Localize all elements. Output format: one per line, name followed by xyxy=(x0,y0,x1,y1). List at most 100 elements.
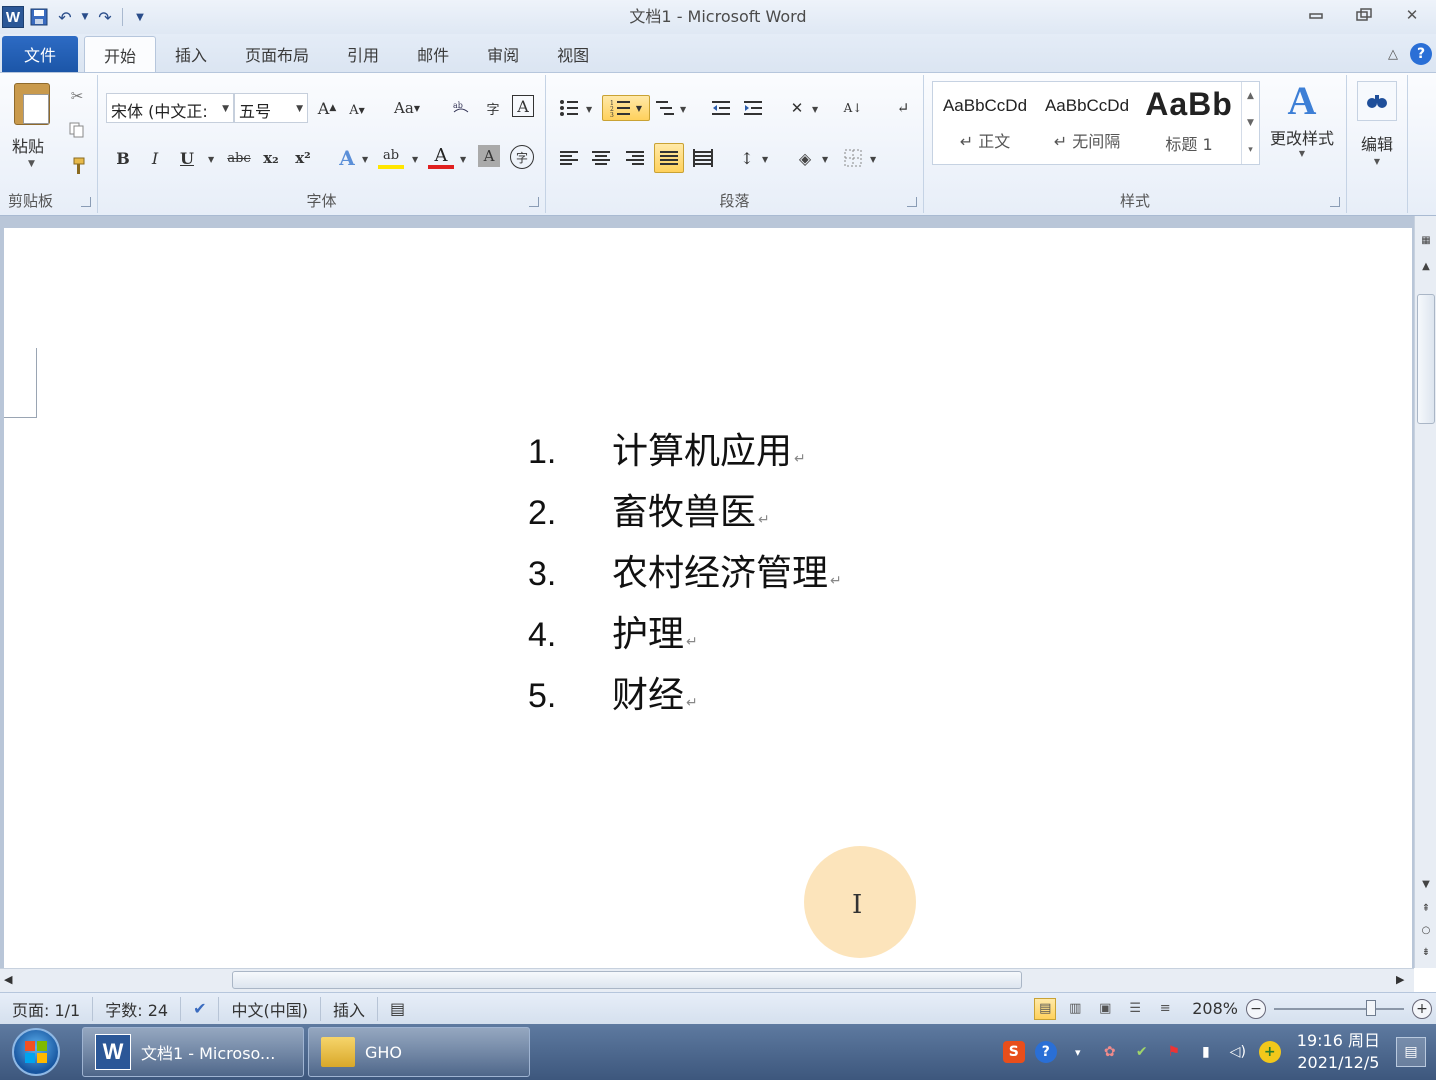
sogou-ime-icon[interactable]: S xyxy=(1002,1041,1025,1063)
numbering-icon[interactable]: 123 ▼ xyxy=(602,95,650,121)
redo-icon[interactable]: ↷ xyxy=(94,6,116,28)
scroll-up-icon[interactable]: ▲ xyxy=(1418,258,1434,274)
scroll-right-icon[interactable]: ▶ xyxy=(1396,973,1404,986)
list-item[interactable]: 4. 护理 ↵ xyxy=(528,605,842,666)
tab-home[interactable]: 开始 xyxy=(84,36,157,72)
horizontal-scrollbar[interactable]: ◀ ▶ xyxy=(0,968,1414,992)
ruler-toggle-icon[interactable]: ▦ xyxy=(1418,232,1434,248)
font-size-select[interactable]: 五号 ▼ xyxy=(234,93,308,123)
scroll-down-icon[interactable]: ▼ xyxy=(1418,876,1434,892)
vertical-scrollbar[interactable]: ▦ ▲ ▼ ⇞ ○ ⇟ xyxy=(1414,216,1436,968)
bold-button[interactable]: B xyxy=(110,145,136,171)
paste-dropdown-icon[interactable]: ▼ xyxy=(28,159,35,169)
print-layout-view-icon[interactable]: ▤ xyxy=(1034,997,1057,1020)
list-item[interactable]: 2. 畜牧兽医 ↵ xyxy=(528,483,842,544)
network-icon[interactable]: ▮ xyxy=(1195,1041,1217,1063)
phonetic-guide-icon[interactable]: ab xyxy=(448,95,474,121)
align-right-icon[interactable] xyxy=(622,145,648,171)
zoom-out-button[interactable]: − xyxy=(1246,998,1266,1019)
text-effects-dropdown-icon[interactable]: ▼ xyxy=(362,155,368,164)
style-normal[interactable]: AaBbCcDd ↵ 正文 xyxy=(935,82,1035,164)
scroll-down-icon[interactable]: ▼ xyxy=(1247,118,1254,128)
style-heading-1[interactable]: AaBb 标题 1 xyxy=(1139,82,1239,164)
chinese-convert-icon[interactable]: 字 xyxy=(480,95,506,121)
decrease-indent-icon[interactable] xyxy=(708,95,734,121)
shrink-font-icon[interactable]: A ▼ xyxy=(344,97,370,123)
word-count[interactable]: 字数: 24 xyxy=(93,996,182,1021)
distributed-icon[interactable] xyxy=(690,145,716,171)
underline-dropdown-icon[interactable]: ▼ xyxy=(208,155,214,164)
font-launcher-icon[interactable] xyxy=(529,197,539,207)
enclose-characters-icon[interactable]: 字 xyxy=(510,145,534,169)
font-name-select[interactable]: 宋体 (中文正: ▼ xyxy=(106,93,234,123)
taskbar-folder-button[interactable]: GHO xyxy=(308,1027,530,1077)
vertical-scroll-thumb[interactable] xyxy=(1417,294,1435,424)
change-case-button[interactable]: Aa ▼ xyxy=(390,95,424,121)
zoom-in-button[interactable]: + xyxy=(1412,998,1432,1019)
show-paragraph-marks-icon[interactable]: ↵ xyxy=(890,95,916,121)
bullets-icon[interactable] xyxy=(556,95,582,121)
font-color-dropdown-icon[interactable]: ▼ xyxy=(460,155,466,164)
show-desktop-icon[interactable]: ▤ xyxy=(1396,1037,1426,1067)
underline-button[interactable]: U xyxy=(174,145,200,171)
security-tray-icon[interactable]: ✔ xyxy=(1131,1041,1153,1063)
save-icon[interactable] xyxy=(28,6,50,28)
highlight-dropdown-icon[interactable]: ▼ xyxy=(412,155,418,164)
numbered-list[interactable]: 1. 计算机应用 ↵ 2. 畜牧兽医 ↵ 3. 农村经济管理 ↵ 4. 护理 ↵… xyxy=(528,422,842,727)
browse-object-icon[interactable]: ○ xyxy=(1418,922,1434,938)
chinese-layout-icon[interactable]: ✕ xyxy=(784,95,810,121)
clipboard-launcher-icon[interactable] xyxy=(81,197,91,207)
align-center-icon[interactable] xyxy=(588,145,614,171)
zoom-slider-thumb[interactable] xyxy=(1366,999,1376,1016)
language-indicator[interactable]: 中文(中国) xyxy=(219,996,321,1021)
chinese-layout-dropdown-icon[interactable]: ▼ xyxy=(812,105,818,114)
character-border-icon[interactable]: A xyxy=(512,95,534,117)
tab-page-layout[interactable]: 页面布局 xyxy=(226,36,328,72)
line-spacing-dropdown-icon[interactable]: ▼ xyxy=(762,155,768,164)
tab-mailings[interactable]: 邮件 xyxy=(398,36,468,72)
web-layout-icon[interactable]: ▣ xyxy=(1094,998,1116,1020)
paragraph-launcher-icon[interactable] xyxy=(907,197,917,207)
previous-page-icon[interactable]: ⇞ xyxy=(1418,900,1434,916)
format-painter-icon[interactable] xyxy=(66,155,88,177)
customize-qat-icon[interactable]: ▼ xyxy=(129,6,151,28)
shading-icon[interactable]: ◈ xyxy=(792,145,818,171)
list-item[interactable]: 3. 农村经济管理 ↵ xyxy=(528,544,842,605)
highlight-color-icon[interactable]: ab xyxy=(378,145,404,169)
next-page-icon[interactable]: ⇟ xyxy=(1418,944,1434,960)
paste-button[interactable]: 粘贴 xyxy=(12,133,44,157)
bullets-dropdown-icon[interactable]: ▼ xyxy=(586,105,592,114)
action-center-icon[interactable]: ⚑ xyxy=(1163,1041,1185,1063)
minimize-icon[interactable] xyxy=(1292,0,1340,30)
subscript-button[interactable]: x₂ xyxy=(258,145,284,171)
line-spacing-icon[interactable]: ↕ xyxy=(734,145,760,171)
sort-icon[interactable]: A↓ xyxy=(840,95,866,121)
styles-launcher-icon[interactable] xyxy=(1330,197,1340,207)
outline-view-icon[interactable]: ☰ xyxy=(1124,998,1146,1020)
character-shading-icon[interactable]: A xyxy=(478,145,500,167)
clock[interactable]: 19:16 周日 2021/12/5 xyxy=(1291,1030,1386,1074)
close-icon[interactable]: ✕ xyxy=(1388,0,1436,30)
minimize-ribbon-icon[interactable]: △ xyxy=(1388,47,1398,62)
list-item[interactable]: 1. 计算机应用 ↵ xyxy=(528,422,842,483)
text-effects-icon[interactable]: A xyxy=(334,145,360,171)
tab-file[interactable]: 文件 xyxy=(2,36,78,72)
cut-icon[interactable]: ✂ xyxy=(66,85,88,107)
scroll-left-icon[interactable]: ◀ xyxy=(4,973,12,986)
start-button[interactable] xyxy=(12,1028,60,1076)
italic-button[interactable]: I xyxy=(142,145,168,171)
ime-options-icon[interactable]: ▾ xyxy=(1067,1041,1089,1063)
help-icon[interactable]: ? xyxy=(1410,43,1432,65)
borders-icon[interactable] xyxy=(840,145,866,171)
taskbar-word-button[interactable]: W 文档1 - Microso... xyxy=(82,1027,304,1077)
superscript-button[interactable]: x² xyxy=(290,145,316,171)
tab-review[interactable]: 审阅 xyxy=(468,36,538,72)
page-count[interactable]: 页面: 1/1 xyxy=(0,996,94,1021)
justify-icon[interactable] xyxy=(654,143,684,173)
multilevel-dropdown-icon[interactable]: ▼ xyxy=(680,105,686,114)
borders-dropdown-icon[interactable]: ▼ xyxy=(870,155,876,164)
list-item[interactable]: 5. 财经 ↵ xyxy=(528,666,842,727)
copy-icon[interactable] xyxy=(66,119,88,141)
style-no-spacing[interactable]: AaBbCcDd ↵ 无间隔 xyxy=(1037,82,1137,164)
update-tray-icon[interactable]: + xyxy=(1258,1041,1281,1063)
